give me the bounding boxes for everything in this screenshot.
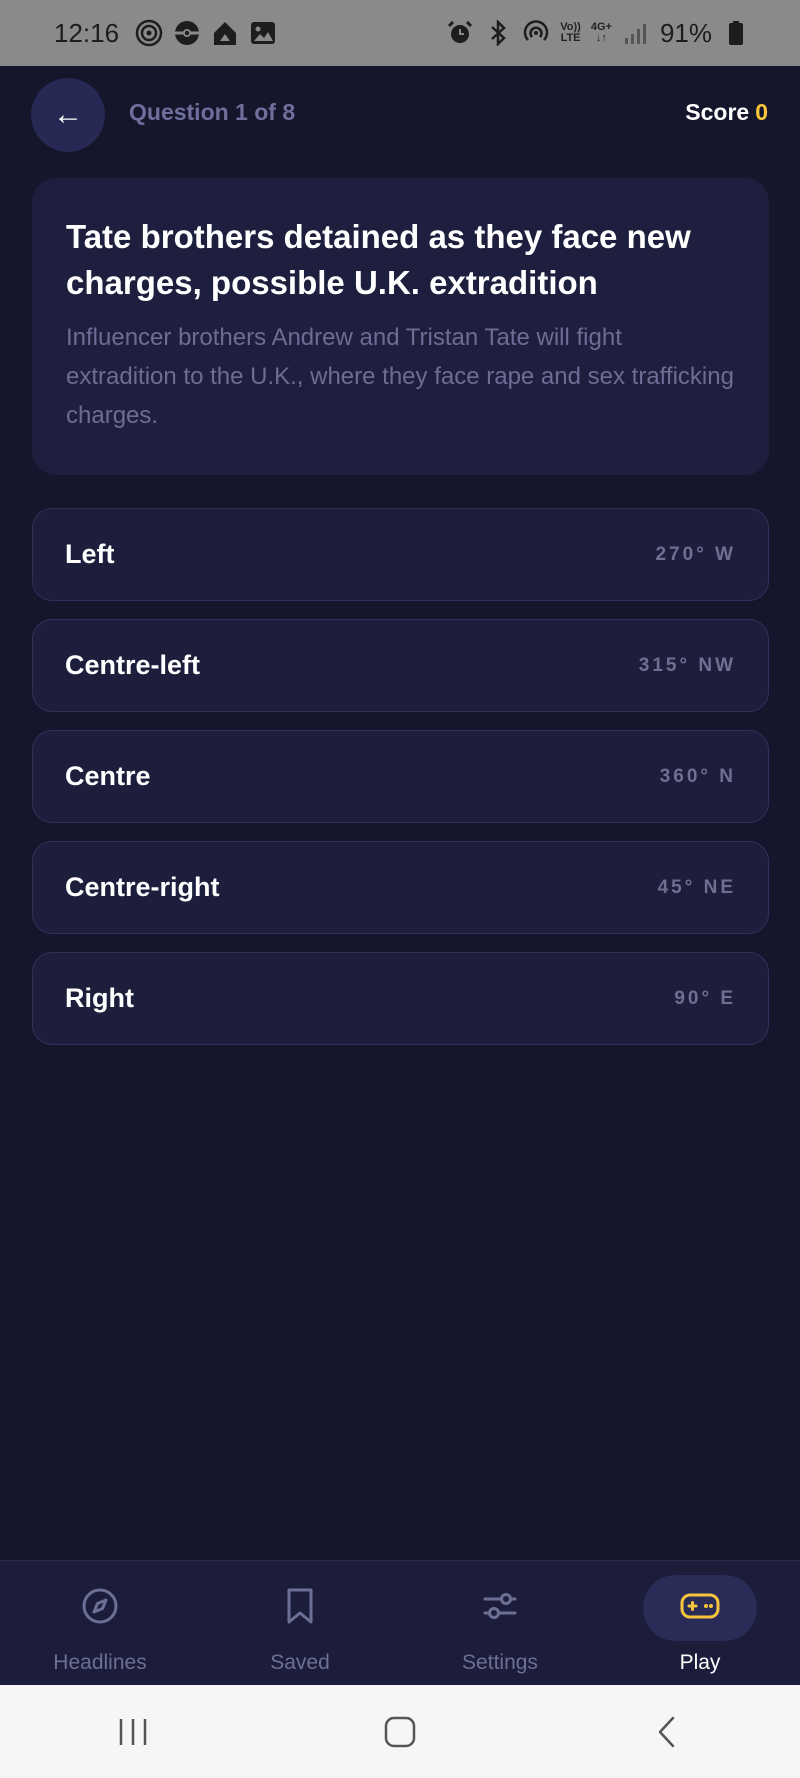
option-centre[interactable]: Centre 360° N — [32, 730, 769, 823]
wireless-signal-icon — [135, 19, 163, 47]
nav-icon-container — [243, 1575, 357, 1641]
option-label: Centre-right — [65, 872, 220, 902]
gamepad-icon — [679, 1591, 721, 1626]
nav-label: Settings — [462, 1651, 538, 1674]
hotspot-icon — [522, 19, 550, 47]
headline-title: Tate brothers detained as they face new … — [66, 218, 691, 301]
option-degree: 90° E — [674, 987, 736, 1009]
system-navigation-bar — [0, 1685, 800, 1778]
status-bar-right: Vo)) LTE 4G+ ↓↑ 91% — [446, 18, 750, 49]
alarm-icon — [446, 19, 474, 47]
volte-bottom: LTE — [560, 32, 581, 44]
home-icon — [384, 1716, 416, 1747]
score-display: Score 0 — [685, 99, 768, 126]
bottom-navigation: Headlines Saved Settings Play — [0, 1560, 800, 1686]
nav-icon-container — [443, 1575, 557, 1641]
recent-apps-button[interactable] — [93, 1702, 173, 1762]
nav-settings[interactable]: Settings — [400, 1561, 600, 1686]
nav-icon-container — [43, 1575, 157, 1641]
option-label: Left — [65, 539, 115, 569]
home-button[interactable] — [360, 1702, 440, 1762]
option-label: Centre-left — [65, 650, 201, 680]
headline-description: Influencer brothers Andrew and Tristan T… — [66, 324, 734, 429]
option-label: Centre — [65, 761, 151, 791]
battery-icon — [722, 19, 750, 47]
volte-indicator: Vo)) LTE — [560, 22, 581, 44]
home-app-icon — [211, 19, 239, 47]
score-value: 0 — [755, 99, 768, 125]
nav-headlines[interactable]: Headlines — [0, 1561, 200, 1686]
status-bar: 12:16 Vo)) LTE 4G+ ↓↑ 91% — [0, 0, 800, 66]
bluetooth-icon — [484, 19, 512, 47]
pokeball-icon — [173, 19, 201, 47]
option-degree: 315° NW — [638, 654, 736, 676]
data-indicator: 4G+ ↓↑ — [591, 22, 612, 44]
recent-apps-icon — [120, 1718, 147, 1745]
option-centre-left[interactable]: Centre-left 315° NW — [32, 619, 769, 712]
status-time: 12:16 — [54, 17, 120, 48]
option-right[interactable]: Right 90° E — [32, 952, 769, 1045]
back-arrow-icon: ← — [53, 98, 83, 131]
status-bar-left: 12:16 — [54, 18, 277, 49]
question-counter: Question 1 of 8 — [129, 99, 296, 125]
option-degree: 360° N — [659, 765, 736, 787]
nav-label: Play — [679, 1651, 721, 1674]
nav-play[interactable]: Play — [600, 1561, 800, 1686]
battery-percent: 91% — [659, 17, 712, 48]
bookmark-icon — [284, 1586, 316, 1631]
option-degree: 270° W — [655, 543, 736, 565]
signal-strength-icon — [622, 19, 650, 47]
back-button[interactable]: ← — [31, 78, 105, 152]
compass-icon — [80, 1586, 120, 1631]
option-centre-right[interactable]: Centre-right 45° NE — [32, 841, 769, 934]
nav-saved[interactable]: Saved — [200, 1561, 400, 1686]
nav-label: Saved — [270, 1651, 330, 1674]
sliders-icon — [480, 1586, 520, 1631]
score-label: Score — [685, 99, 750, 125]
nav-label: Headlines — [53, 1651, 147, 1674]
option-label: Right — [65, 983, 134, 1013]
data-arrows: ↓↑ — [595, 32, 607, 44]
image-icon — [249, 19, 277, 47]
option-degree: 45° NE — [657, 876, 736, 898]
quiz-header: ← Question 1 of 8 Score 0 — [0, 66, 800, 170]
option-left[interactable]: Left 270° W — [32, 508, 769, 601]
chevron-left-icon — [658, 1716, 674, 1747]
answer-options: Left 270° W Centre-left 315° NW Centre 3… — [32, 508, 769, 1063]
system-back-button[interactable] — [627, 1702, 707, 1762]
headline-card: Tate brothers detained as they face new … — [32, 178, 769, 475]
nav-icon-container — [643, 1575, 757, 1641]
